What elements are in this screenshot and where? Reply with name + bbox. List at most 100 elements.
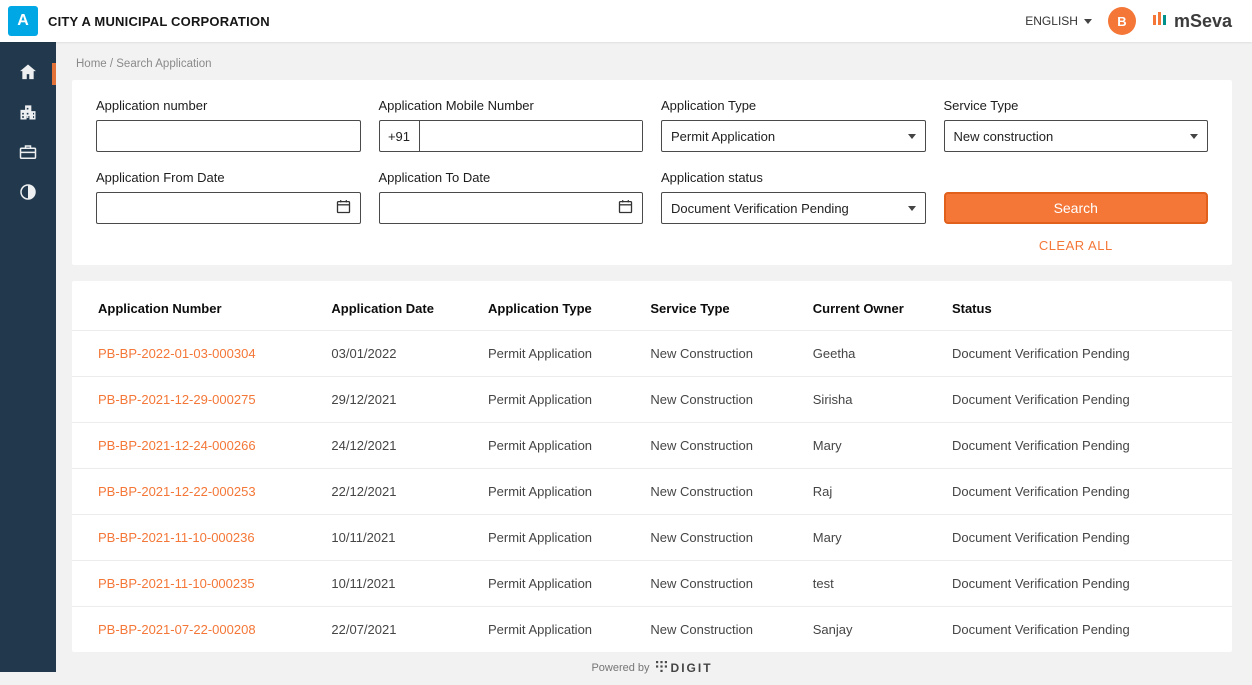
chevron-down-icon <box>908 206 916 211</box>
cell-application-number[interactable]: PB-BP-2021-11-10-000235 <box>72 561 321 607</box>
cell-application-type: Permit Application <box>478 423 640 469</box>
table-row: PB-BP-2021-12-22-00025322/12/2021Permit … <box>72 469 1232 515</box>
mobile-number-field: Application Mobile Number +91 <box>379 98 644 152</box>
avatar[interactable]: B <box>1108 7 1136 35</box>
clear-all-button[interactable]: CLEAR ALL <box>1039 238 1113 253</box>
application-type-label: Application Type <box>661 98 926 113</box>
sidebar-item-contrast[interactable] <box>0 174 56 214</box>
service-type-field: Service Type New construction <box>944 98 1209 152</box>
mseva-brand: mSeva <box>1152 10 1232 33</box>
header-application-date: Application Date <box>321 285 478 331</box>
cell-service-type: New Construction <box>640 331 802 377</box>
home-icon <box>18 62 38 87</box>
cell-current-owner: Sanjay <box>803 607 942 653</box>
digit-brand-text: DIGIT <box>671 661 713 675</box>
contrast-icon <box>18 182 38 207</box>
cell-current-owner: Raj <box>803 469 942 515</box>
calendar-icon <box>618 199 633 217</box>
briefcase-icon <box>18 142 38 167</box>
language-selector[interactable]: ENGLISH <box>1025 14 1092 28</box>
from-date-field: Application From Date <box>96 170 361 224</box>
table-row: PB-BP-2021-11-10-00023610/11/2021Permit … <box>72 515 1232 561</box>
from-date-input[interactable] <box>96 192 361 224</box>
chevron-down-icon <box>908 134 916 139</box>
cell-service-type: New Construction <box>640 469 802 515</box>
sidebar-item-briefcase[interactable] <box>0 134 56 174</box>
table-row: PB-BP-2021-12-24-00026624/12/2021Permit … <box>72 423 1232 469</box>
application-number-field: Application number <box>96 98 361 152</box>
cell-status: Document Verification Pending <box>942 331 1232 377</box>
language-label: ENGLISH <box>1025 14 1078 28</box>
cell-service-type: New Construction <box>640 607 802 653</box>
cell-current-owner: Mary <box>803 515 942 561</box>
cell-service-type: New Construction <box>640 423 802 469</box>
table-row: PB-BP-2021-12-29-00027529/12/2021Permit … <box>72 377 1232 423</box>
cell-application-date: 03/01/2022 <box>321 331 478 377</box>
application-type-value: Permit Application <box>671 129 775 144</box>
cell-application-date: 22/07/2021 <box>321 607 478 653</box>
search-form: Application number Application Mobile Nu… <box>96 98 1208 253</box>
cell-application-type: Permit Application <box>478 377 640 423</box>
cell-application-date: 24/12/2021 <box>321 423 478 469</box>
sidebar-item-city[interactable] <box>0 94 56 134</box>
search-panel: Application number Application Mobile Nu… <box>72 80 1232 265</box>
cell-application-number[interactable]: PB-BP-2021-12-29-000275 <box>72 377 321 423</box>
header-application-type: Application Type <box>478 285 640 331</box>
service-type-label: Service Type <box>944 98 1209 113</box>
application-status-select[interactable]: Document Verification Pending <box>661 192 926 224</box>
cell-status: Document Verification Pending <box>942 423 1232 469</box>
avatar-letter: B <box>1117 14 1126 29</box>
digit-logo-icon <box>656 661 667 675</box>
city-logo: A <box>8 6 38 36</box>
cell-status: Document Verification Pending <box>942 469 1232 515</box>
cell-status: Document Verification Pending <box>942 515 1232 561</box>
cell-application-type: Permit Application <box>478 515 640 561</box>
cell-application-number[interactable]: PB-BP-2022-01-03-000304 <box>72 331 321 377</box>
service-type-value: New construction <box>954 129 1054 144</box>
application-number-label: Application number <box>96 98 361 113</box>
cell-application-number[interactable]: PB-BP-2021-12-24-000266 <box>72 423 321 469</box>
digit-brand: DIGIT <box>656 661 713 675</box>
cell-application-number[interactable]: PB-BP-2021-12-22-000253 <box>72 469 321 515</box>
mobile-number-label: Application Mobile Number <box>379 98 644 113</box>
results-panel: Application Number Application Date Appl… <box>72 281 1232 652</box>
application-type-field: Application Type Permit Application <box>661 98 926 152</box>
cell-application-number[interactable]: PB-BP-2021-11-10-000236 <box>72 515 321 561</box>
city-title: CITY A MUNICIPAL CORPORATION <box>48 14 270 29</box>
results-table-body: PB-BP-2022-01-03-00030403/01/2022Permit … <box>72 331 1232 653</box>
header-application-number: Application Number <box>72 285 321 331</box>
service-type-select[interactable]: New construction <box>944 120 1209 152</box>
chevron-down-icon <box>1190 134 1198 139</box>
cell-application-type: Permit Application <box>478 607 640 653</box>
table-row: PB-BP-2021-11-10-00023510/11/2021Permit … <box>72 561 1232 607</box>
mseva-logo-icon <box>1152 10 1170 33</box>
mobile-prefix: +91 <box>380 121 420 151</box>
application-status-label: Application status <box>661 170 926 185</box>
cell-application-date: 29/12/2021 <box>321 377 478 423</box>
main-content: Home / Search Application Application nu… <box>56 42 1252 685</box>
sidebar-item-home[interactable] <box>0 54 56 94</box>
cell-service-type: New Construction <box>640 377 802 423</box>
mobile-number-input[interactable] <box>420 121 643 151</box>
header-current-owner: Current Owner <box>803 285 942 331</box>
mseva-brand-text: mSeva <box>1174 11 1232 32</box>
cell-status: Document Verification Pending <box>942 377 1232 423</box>
cell-application-type: Permit Application <box>478 469 640 515</box>
footer: Powered by DIGIT <box>72 652 1232 685</box>
header-service-type: Service Type <box>640 285 802 331</box>
cell-application-number[interactable]: PB-BP-2021-07-22-000208 <box>72 607 321 653</box>
cell-application-type: Permit Application <box>478 561 640 607</box>
topbar: A CITY A MUNICIPAL CORPORATION ENGLISH B… <box>0 0 1252 42</box>
search-button[interactable]: Search <box>944 192 1209 224</box>
city-logo-letter: A <box>17 12 29 30</box>
application-number-input[interactable] <box>106 121 351 151</box>
to-date-input[interactable] <box>379 192 644 224</box>
breadcrumb: Home / Search Application <box>72 50 1232 80</box>
table-row: PB-BP-2021-07-22-00020822/07/2021Permit … <box>72 607 1232 653</box>
cell-application-date: 10/11/2021 <box>321 515 478 561</box>
search-button-cell: Search <box>944 170 1209 224</box>
application-type-select[interactable]: Permit Application <box>661 120 926 152</box>
to-date-label: Application To Date <box>379 170 644 185</box>
powered-by-label: Powered by <box>591 662 649 674</box>
cell-application-date: 22/12/2021 <box>321 469 478 515</box>
